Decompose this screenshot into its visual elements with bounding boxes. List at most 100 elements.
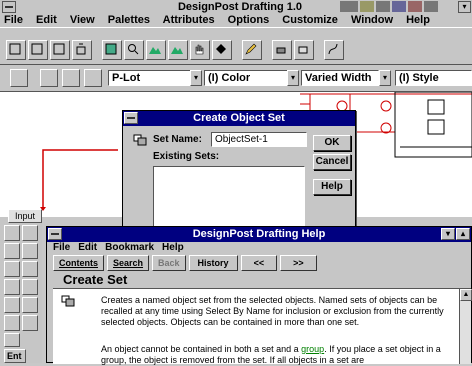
dialog-title-bar: Create Object Set <box>123 111 355 126</box>
attr-button-1[interactable] <box>40 69 58 87</box>
scroll-up-button[interactable]: ▲ <box>460 289 472 301</box>
help-heading-bar: Create Set <box>53 271 471 289</box>
dialog-system-menu[interactable] <box>124 112 138 124</box>
mountain-icon-2[interactable] <box>168 40 188 60</box>
toolbar-button-2[interactable] <box>28 40 48 60</box>
tool-12[interactable] <box>22 315 38 331</box>
search-button[interactable]: Search <box>107 255 150 271</box>
group-link[interactable]: group <box>301 344 324 354</box>
app-title-bar: DesignPost Drafting 1.0 ▾ <box>0 0 472 14</box>
existing-sets-list[interactable] <box>153 166 305 231</box>
tool-4[interactable] <box>22 243 38 259</box>
input-tab[interactable]: Input <box>8 209 42 223</box>
tool-6[interactable] <box>22 261 38 277</box>
cancel-button[interactable]: Cancel <box>313 154 351 170</box>
ok-label: OK <box>324 137 340 148</box>
callout-line <box>40 149 118 211</box>
style-select[interactable]: (I) Style <box>395 70 472 86</box>
existing-sets-label: Existing Sets: <box>153 151 220 162</box>
menu-options[interactable]: Options <box>228 14 270 26</box>
help-button[interactable]: Help <box>313 179 351 195</box>
layer-icon[interactable] <box>10 69 28 87</box>
help-paragraph-1: Creates a named object set from the sele… <box>101 295 444 327</box>
set-name-value: ObjectSet-1 <box>215 134 268 145</box>
set-name-label: Set Name: <box>153 134 202 145</box>
help-label: Help <box>321 181 343 192</box>
zoom-icon[interactable] <box>124 40 144 60</box>
tool-11[interactable] <box>4 315 20 331</box>
maximize-button[interactable]: ▾ <box>458 1 471 13</box>
tool-5[interactable] <box>4 261 20 277</box>
pencil-icon[interactable] <box>242 40 262 60</box>
help-menu-bookmark[interactable]: Bookmark <box>105 242 154 253</box>
point-icon[interactable] <box>212 40 232 60</box>
help-title-bar: DesignPost Drafting Help ▾ ▴ <box>47 227 471 242</box>
menu-help[interactable]: Help <box>406 14 430 26</box>
object-set-icon <box>61 295 75 307</box>
layer-select[interactable]: P-Lot <box>108 70 200 86</box>
menu-bar: File Edit View Palettes Attributes Optio… <box>0 14 472 27</box>
back-button[interactable]: Back <box>152 255 186 271</box>
help-menu-file[interactable]: File <box>53 242 70 253</box>
tool-palette: Input Ent <box>0 209 42 363</box>
color-select[interactable]: (I) Color <box>204 70 296 86</box>
history-button[interactable]: History <box>188 255 238 271</box>
help-menu-help[interactable]: Help <box>162 242 184 253</box>
help-para2-start: An object cannot be contained in both a … <box>101 344 302 354</box>
input-tab-label: Input <box>14 211 36 221</box>
menu-window[interactable]: Window <box>351 14 393 26</box>
help-button-bar: Contents Search Back History << >> <box>53 255 320 271</box>
eraser-icon[interactable] <box>294 40 314 60</box>
system-menu-icon[interactable] <box>2 1 16 13</box>
tool-7[interactable] <box>4 279 20 295</box>
browse-forward-button[interactable]: >> <box>280 255 317 271</box>
set-name-input[interactable]: ObjectSet-1 <box>211 132 307 147</box>
help-heading: Create Set <box>63 272 128 287</box>
width-select[interactable]: Varied Width <box>301 70 379 86</box>
ent-button[interactable]: Ent <box>4 349 26 363</box>
help-system-menu[interactable] <box>48 228 62 240</box>
contents-button[interactable]: Contents <box>53 255 104 271</box>
help-menu-edit[interactable]: Edit <box>78 242 97 253</box>
curve-icon[interactable] <box>324 40 344 60</box>
mountain-icon[interactable] <box>146 40 166 60</box>
color-value: (I) Color <box>208 72 251 84</box>
menu-attributes[interactable]: Attributes <box>163 14 215 26</box>
layer-dropdown-icon[interactable]: ▾ <box>190 70 202 86</box>
ok-button[interactable]: OK <box>313 135 351 151</box>
ent-label: Ent <box>7 351 22 361</box>
style-value: (I) Style <box>399 72 439 84</box>
attr-button-2[interactable] <box>62 69 80 87</box>
menu-customize[interactable]: Customize <box>282 14 338 26</box>
hand-icon[interactable] <box>190 40 210 60</box>
menu-view[interactable]: View <box>70 14 95 26</box>
tool-10[interactable] <box>22 297 38 313</box>
toolbar-button-1[interactable] <box>6 40 26 60</box>
browse-back-button[interactable]: << <box>240 255 278 271</box>
tool-8[interactable] <box>22 279 38 295</box>
print-icon[interactable] <box>272 40 292 60</box>
menu-edit[interactable]: Edit <box>36 14 57 26</box>
tool-13[interactable] <box>4 333 20 347</box>
app-title: DesignPost Drafting 1.0 <box>177 1 303 13</box>
palette-tools <box>4 225 42 331</box>
help-scrollbar[interactable]: ▲ <box>459 289 472 364</box>
toolbar-button-3[interactable] <box>50 40 70 60</box>
width-dropdown-icon[interactable]: ▾ <box>379 70 391 86</box>
tool-1[interactable] <box>4 225 20 241</box>
toolbar-image-button[interactable] <box>102 40 122 60</box>
attribute-bar: P-Lot ▾ (I) Color ▾ Varied Width ▾ (I) S… <box>0 65 472 92</box>
tool-9[interactable] <box>4 297 20 313</box>
help-minimize-button[interactable]: ▾ <box>441 228 455 240</box>
help-maximize-button[interactable]: ▴ <box>456 228 470 240</box>
tool-2[interactable] <box>22 225 38 241</box>
menu-file[interactable]: File <box>4 14 23 26</box>
help-content: Creates a named object set from the sele… <box>53 289 459 365</box>
help-window: DesignPost Drafting Help ▾ ▴ File Edit Boo… <box>46 226 472 365</box>
create-object-set-dialog: Create Object Set Set Name: ObjectSet-1 … <box>122 110 356 231</box>
attr-button-3[interactable] <box>84 69 102 87</box>
toolbar-button-4[interactable] <box>72 40 92 60</box>
color-dropdown-icon[interactable]: ▾ <box>287 70 299 86</box>
tool-3[interactable] <box>4 243 20 259</box>
menu-palettes[interactable]: Palettes <box>108 14 150 26</box>
